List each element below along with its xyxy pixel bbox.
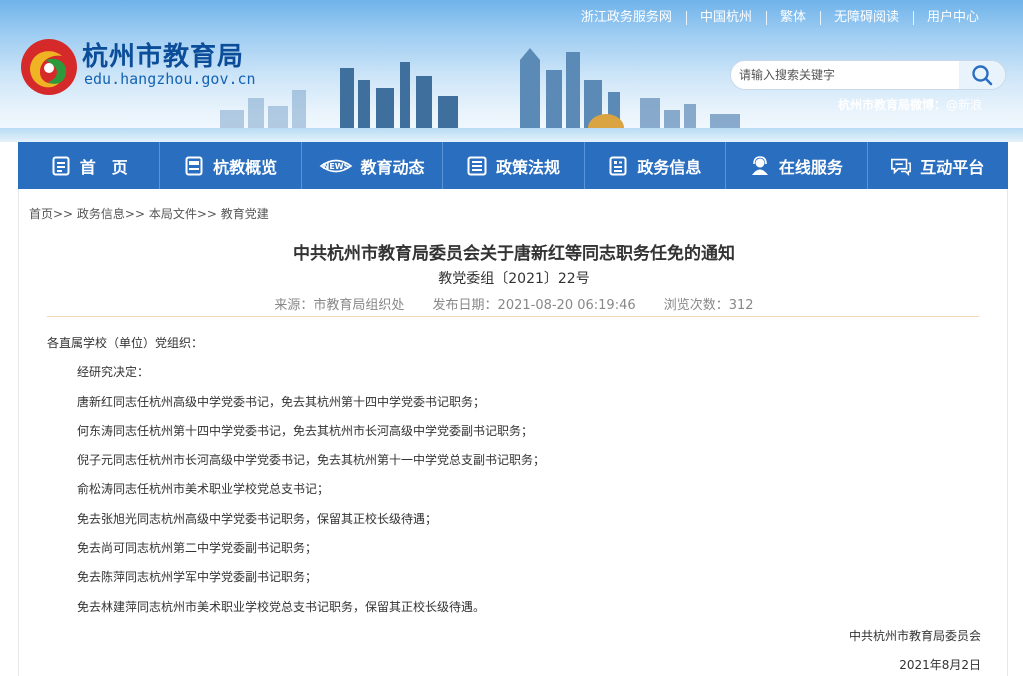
link-accessibility[interactable]: 无障碍阅读 bbox=[819, 11, 913, 25]
list-icon bbox=[466, 155, 488, 177]
search-box bbox=[730, 60, 1006, 90]
paragraph: 免去林建萍同志杭州市美术职业学校党总支书记职务，保留其正校长级待遇。 bbox=[77, 599, 486, 614]
search-icon bbox=[972, 65, 993, 86]
site-name: 杭州市教育局 bbox=[82, 42, 245, 72]
nav-label: 互动平台 bbox=[920, 157, 985, 177]
article-title: 中共杭州市教育局委员会关于唐新红等同志职务任免的通知 bbox=[293, 244, 735, 264]
breadcrumb[interactable]: 首页>> 政务信息>> 本局文件>> 教育党建 bbox=[29, 205, 269, 222]
nav-item-government-info[interactable]: 政务信息 bbox=[583, 142, 725, 189]
document-number: 教党委组〔2021〕22号 bbox=[438, 271, 590, 287]
paragraph: 经研究决定： bbox=[77, 365, 150, 380]
main-nav: 首 页 杭教概览 NEWS 教育动态 政策法规 政务信息 在线服务 互动平台 bbox=[18, 142, 1008, 189]
logo-emblem-icon bbox=[21, 39, 77, 95]
paragraph: 倪子元同志任杭州市长河高级中学党委书记，免去其杭州第十一中学党总支副书记职务； bbox=[77, 453, 546, 468]
paragraph: 唐新红同志任杭州高级中学党委书记，免去其杭州第十四中学党委书记职务； bbox=[77, 394, 486, 409]
nav-item-online-service[interactable]: 在线服务 bbox=[725, 142, 866, 189]
news-icon: NEWS bbox=[319, 155, 353, 177]
weibo-sina-link[interactable]: @新浪 bbox=[946, 98, 982, 112]
nav-label: 首 页 bbox=[79, 157, 128, 177]
nav-item-education-news[interactable]: NEWS 教育动态 bbox=[300, 142, 442, 189]
link-china-hangzhou[interactable]: 中国杭州 bbox=[685, 11, 766, 25]
nav-item-overview[interactable]: 杭教概览 bbox=[159, 142, 300, 189]
title-divider bbox=[47, 316, 979, 317]
paragraph: 俞松涛同志任杭州市美术职业学校党总支书记； bbox=[77, 482, 330, 497]
document-icon bbox=[50, 155, 72, 177]
book-icon bbox=[183, 155, 205, 177]
nav-label: 政务信息 bbox=[637, 157, 702, 177]
paragraph: 免去陈萍同志杭州学军中学党委副书记职务； bbox=[77, 570, 318, 585]
link-traditional-chinese[interactable]: 繁体 bbox=[765, 11, 820, 25]
nav-label: 教育动态 bbox=[360, 157, 425, 177]
nav-label: 政策法规 bbox=[495, 157, 560, 177]
weibo-label: 杭州市教育局微博： bbox=[838, 98, 947, 112]
paragraph: 免去张旭光同志杭州高级中学党委书记职务，保留其正校长级待遇； bbox=[77, 511, 438, 526]
site-header: 浙江政务服务网 中国杭州 繁体 无障碍阅读 用户中心 杭州市教育局 edu.ha… bbox=[0, 0, 1023, 142]
paragraph: 免去尚可同志杭州第二中学党委副书记职务； bbox=[77, 541, 318, 556]
link-zhejiang-service[interactable]: 浙江政务服务网 bbox=[567, 11, 686, 25]
signature-date: 2021年8月2日 bbox=[899, 658, 981, 673]
nav-item-policies[interactable]: 政策法规 bbox=[442, 142, 583, 189]
article-publish-date: 发布日期：2021-08-20 06:19:46 bbox=[432, 298, 636, 313]
svg-text:NEWS: NEWS bbox=[322, 162, 349, 171]
weibo-links: 杭州市教育局微博：@新浪 bbox=[838, 96, 982, 113]
chat-icon bbox=[890, 155, 912, 177]
nav-item-home[interactable]: 首 页 bbox=[18, 142, 159, 189]
search-button[interactable] bbox=[959, 61, 1005, 89]
article-meta: 来源：市教育局组织处 发布日期：2021-08-20 06:19:46 浏览次数… bbox=[19, 294, 1009, 313]
article-view-count: 浏览次数：312 bbox=[663, 298, 754, 313]
salutation: 各直属学校（单位）党组织： bbox=[47, 336, 204, 350]
article-body: 各直属学校（单位）党组织： 经研究决定： 唐新红同志任杭州高级中学党委书记，免去… bbox=[47, 329, 987, 676]
city-skyline-banner bbox=[220, 48, 780, 142]
user-service-icon bbox=[749, 155, 771, 177]
link-user-center[interactable]: 用户中心 bbox=[912, 11, 993, 25]
article-container: 首页>> 政务信息>> 本局文件>> 教育党建 中共杭州市教育局委员会关于唐新红… bbox=[18, 189, 1008, 676]
signature: 中共杭州市教育局委员会 bbox=[848, 628, 981, 643]
top-links: 浙江政务服务网 中国杭州 繁体 无障碍阅读 用户中心 bbox=[567, 0, 1023, 36]
info-icon bbox=[607, 155, 629, 177]
site-domain: edu.hangzhou.gov.cn bbox=[84, 70, 256, 88]
water-band bbox=[0, 128, 1023, 142]
nav-label: 杭教概览 bbox=[213, 157, 278, 177]
article-source: 来源：市教育局组织处 bbox=[274, 298, 405, 313]
nav-item-interaction[interactable]: 互动平台 bbox=[866, 142, 1008, 189]
search-input[interactable] bbox=[731, 61, 961, 89]
nav-label: 在线服务 bbox=[778, 157, 843, 177]
site-logo[interactable]: 杭州市教育局 edu.hangzhou.gov.cn bbox=[20, 36, 290, 96]
paragraph: 何东涛同志任杭州第十四中学党委书记，免去其杭州市长河高级中学党委副书记职务； bbox=[77, 423, 534, 438]
